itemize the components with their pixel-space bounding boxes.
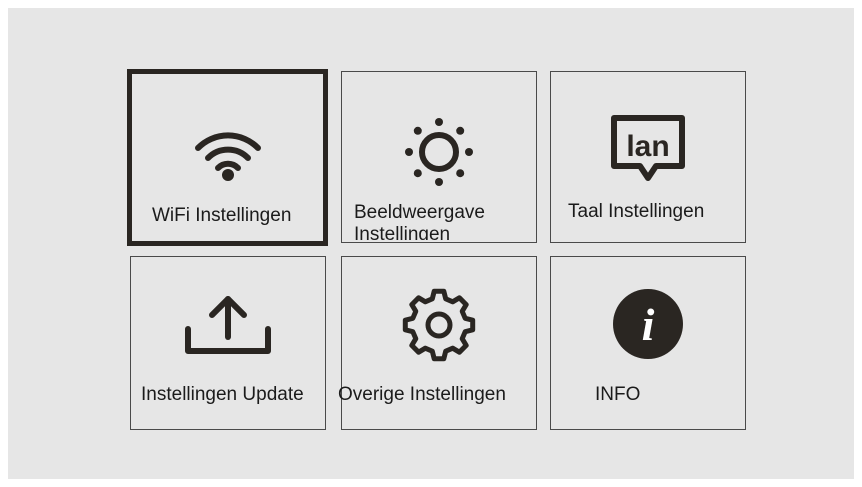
language-icon-text: lan <box>626 130 669 163</box>
display-settings-label: Beeldweergave Instellingen <box>354 202 485 240</box>
other-settings-tile[interactable]: Overige Instellingen <box>338 256 537 430</box>
info-icon: i <box>551 287 745 361</box>
language-settings-tile[interactable]: lan Taal Instellingen <box>550 71 746 243</box>
gear-outline <box>402 288 476 362</box>
language-icon: lan <box>551 114 745 186</box>
update-settings-label: Instellingen Update <box>141 384 304 405</box>
wifi-icon <box>132 130 323 182</box>
info-icon-text: i <box>642 299 655 350</box>
info-tile[interactable]: i INFO <box>550 256 746 430</box>
upload-icon <box>131 293 325 357</box>
wifi-settings-label: WiFi Instellingen <box>152 205 292 226</box>
brightness-icon <box>342 115 536 189</box>
gear-center <box>425 311 453 339</box>
display-settings-tile[interactable]: Beeldweergave Instellingen <box>341 71 537 243</box>
other-settings-label: Overige Instellingen <box>338 384 506 405</box>
wifi-settings-tile[interactable]: WiFi Instellingen <box>127 69 328 246</box>
info-label: INFO <box>595 384 641 405</box>
update-settings-tile[interactable]: Instellingen Update <box>130 256 326 430</box>
language-settings-label: Taal Instellingen <box>568 201 705 222</box>
gear-icon <box>342 287 536 363</box>
